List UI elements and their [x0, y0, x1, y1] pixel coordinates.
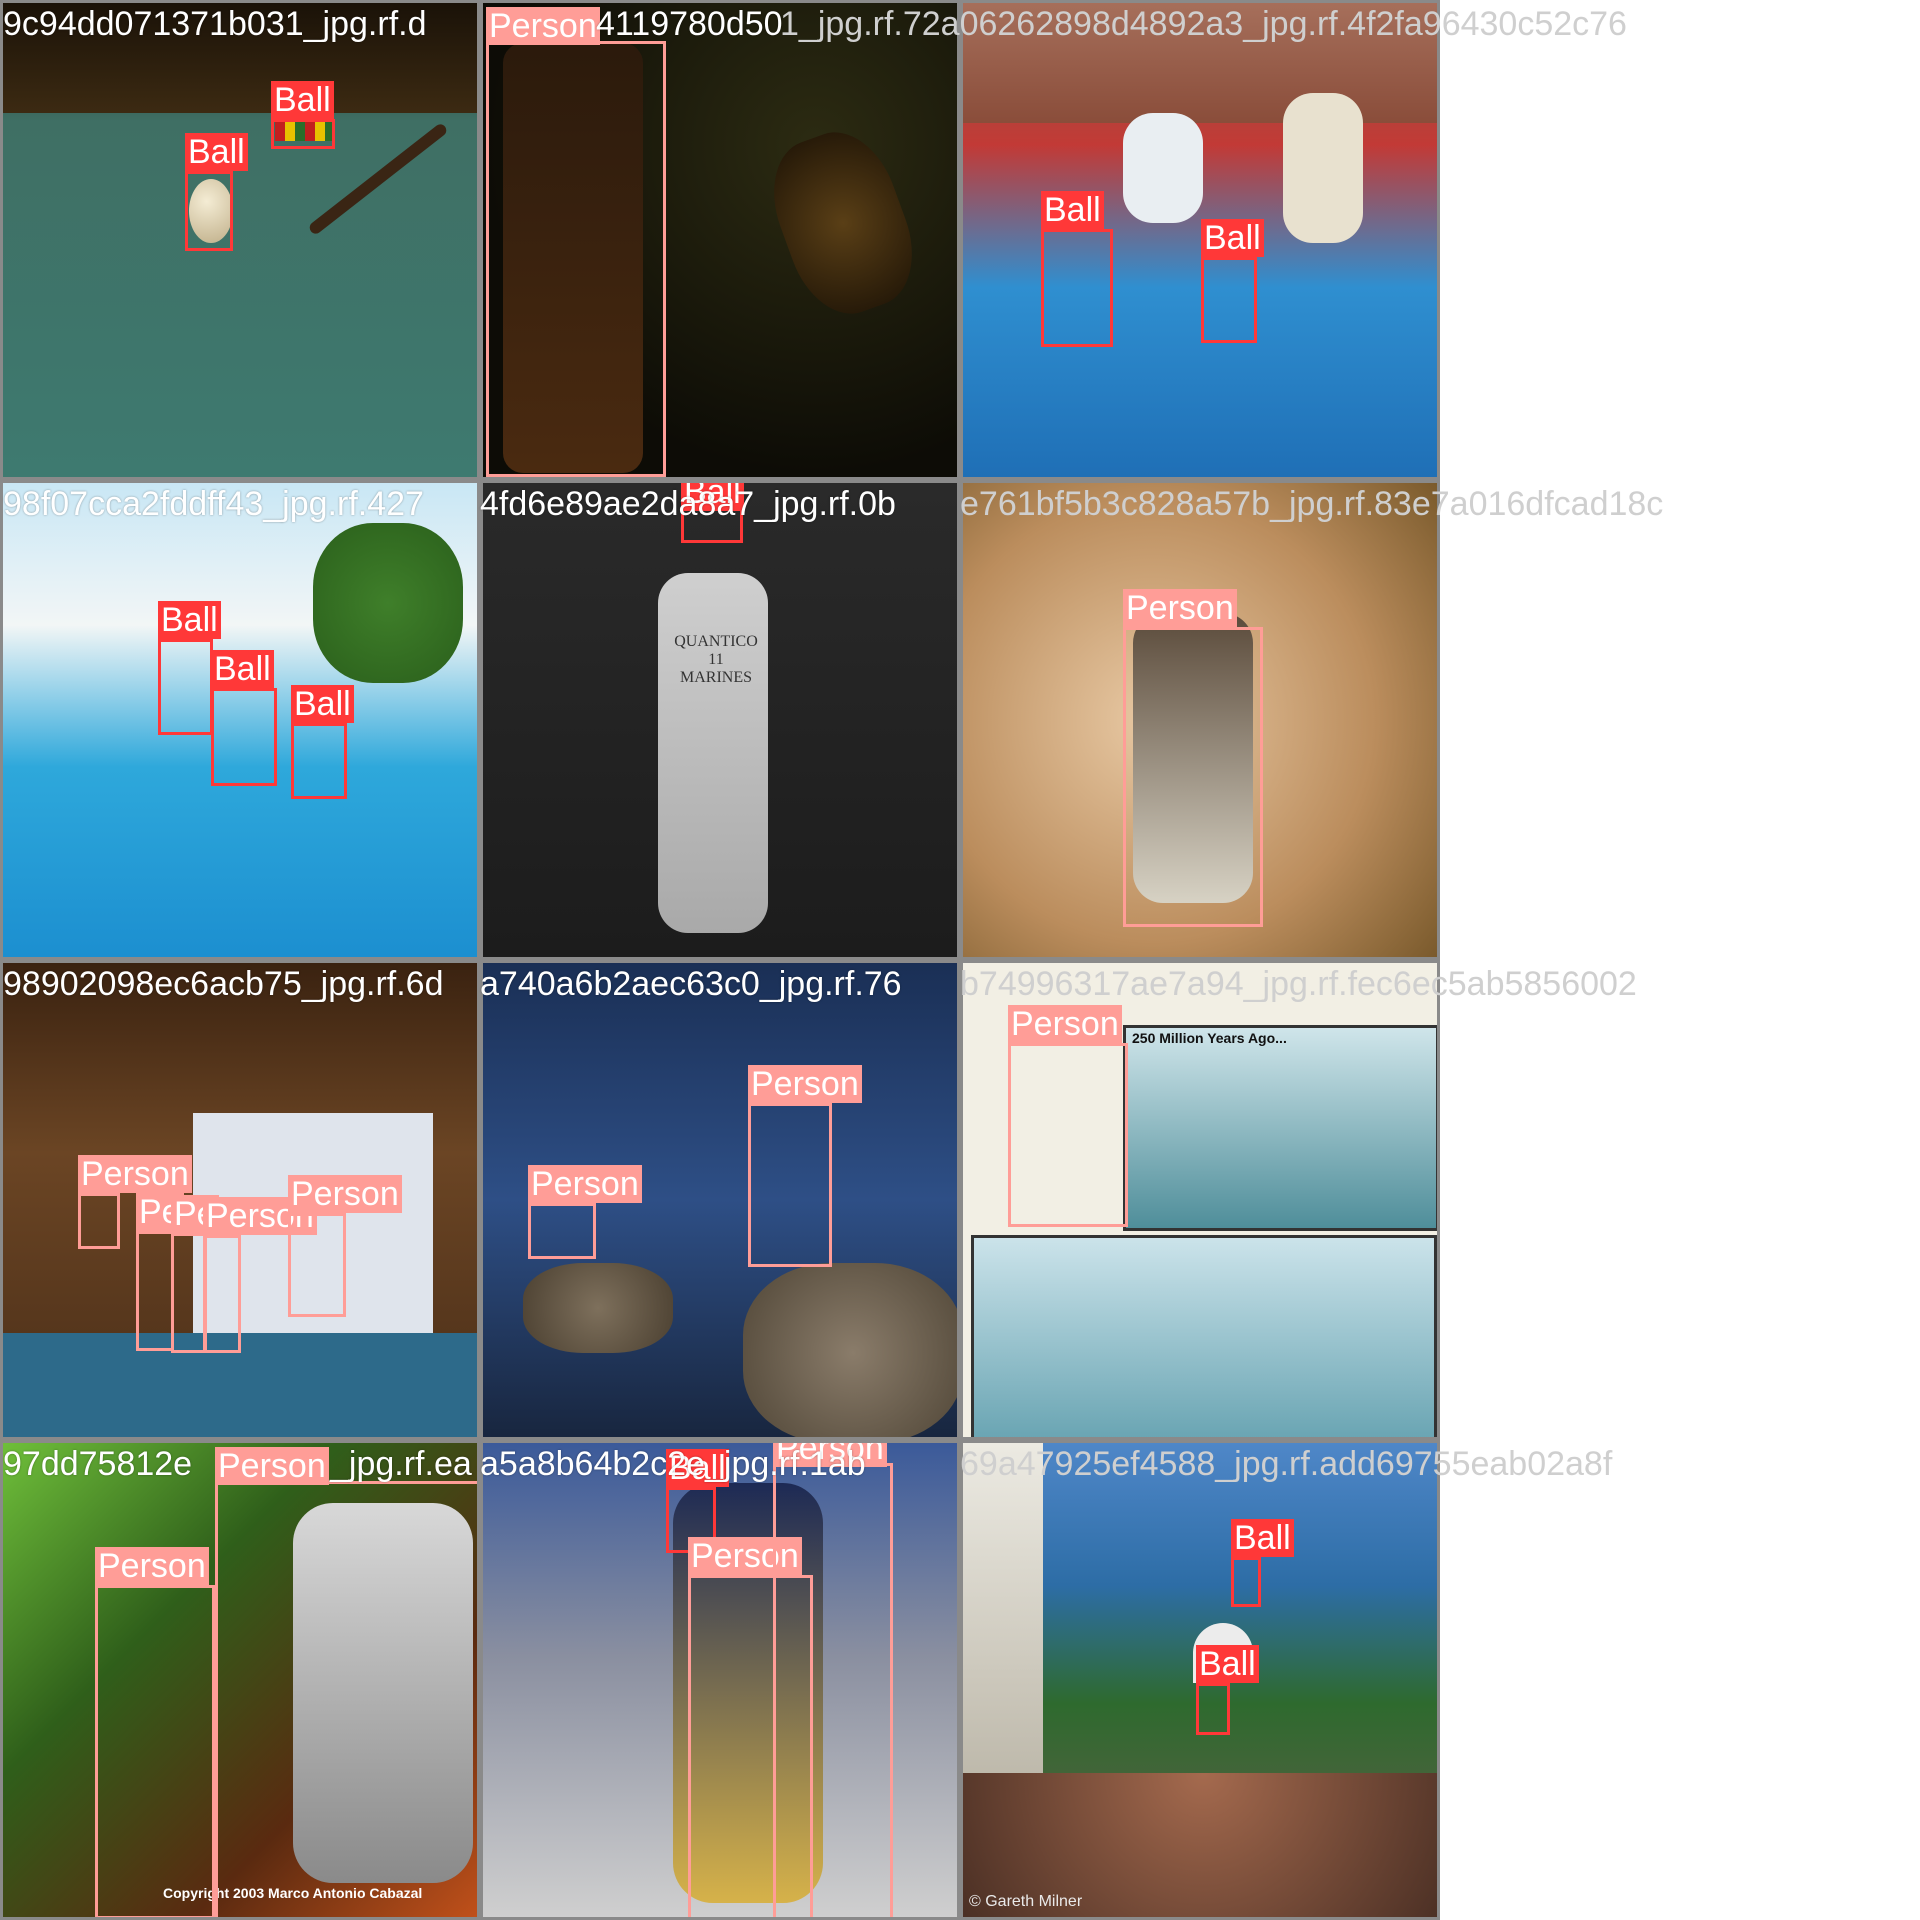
- bbox-label: Person: [288, 1175, 402, 1213]
- guitar-body: [755, 117, 931, 329]
- bbox-person: Person: [748, 1065, 862, 1267]
- tile-1: Person: [480, 0, 960, 480]
- bbox-label: Person: [486, 7, 600, 45]
- tile-6: Person Pe Pe Person Person: [0, 960, 480, 1440]
- tile-11: © Gareth Milner Ball Ball: [960, 1440, 1440, 1920]
- bbox-ball: Ball: [1231, 1519, 1294, 1607]
- child-2: [1283, 93, 1363, 243]
- mosaic-grid: Ball Ball Person Ball Ball Ball Ball Bal…: [0, 0, 1920, 1920]
- bbox-label: Ball: [291, 685, 354, 723]
- bbox-person: Person: [1123, 589, 1263, 927]
- bbox-label: Ball: [1041, 191, 1104, 229]
- comic-panel-bottom: [971, 1235, 1437, 1437]
- bbox-person: Person: [288, 1175, 402, 1317]
- bbox-person: Person: [215, 1447, 477, 1917]
- palm-plant: [313, 523, 463, 683]
- jersey-line-2: 11: [708, 651, 724, 668]
- bbox-label: Person: [748, 1065, 862, 1103]
- stage-floor: [3, 1333, 477, 1437]
- bbox-person: Person: [486, 7, 666, 477]
- bbox-label: Ball: [158, 601, 221, 639]
- bbox-person: Person: [95, 1547, 215, 1917]
- bbox-label: Ball: [211, 650, 274, 688]
- bbox-label: Person: [773, 1443, 887, 1467]
- bbox-label: Person: [78, 1155, 192, 1193]
- bbox-ball: Ball: [158, 601, 221, 735]
- bbox-person: Person: [203, 1197, 317, 1353]
- comic-panel-top: 250 Million Years Ago...: [1123, 1025, 1437, 1231]
- tile-2: Ball Ball: [960, 0, 1440, 480]
- bbox-ball: Ball: [211, 650, 277, 786]
- bbox-label: Person: [528, 1165, 642, 1203]
- bbox-person: Person: [78, 1155, 192, 1249]
- jersey-text: QUANTICO 11 MARINES: [671, 633, 761, 687]
- bbox-person: Pe: [136, 1193, 184, 1351]
- rocks: [743, 1263, 957, 1437]
- vintage-photo-scene: QUANTICO 11 MARINES: [483, 483, 957, 957]
- bbox-ball: Ball: [1201, 219, 1264, 343]
- bounce-house-scene: [963, 3, 1437, 477]
- tile-3: Ball Ball Ball: [0, 480, 480, 960]
- jersey-line-1: QUANTICO: [674, 633, 758, 650]
- tile-7: Person Person: [480, 960, 960, 1440]
- jersey-line-3: MARINES: [679, 669, 752, 686]
- bbox-label: Ball: [666, 1449, 729, 1487]
- rock-left: [523, 1263, 673, 1353]
- bbox-label: Ball: [1201, 219, 1264, 257]
- bbox-ball: Ball: [271, 81, 335, 149]
- tile-0: Ball Ball: [0, 0, 480, 480]
- bbox-ball: Ball: [1196, 1645, 1259, 1735]
- comic-caption: 250 Million Years Ago...: [1132, 1030, 1287, 1046]
- bbox-person: Person: [528, 1165, 642, 1259]
- bbox-label: Ball: [681, 483, 744, 511]
- building-left: [963, 1443, 1043, 1783]
- tile-10: Ball Person Person: [480, 1440, 960, 1920]
- photo-watermark: © Gareth Milner: [969, 1893, 1083, 1910]
- bbox-label: Ball: [1231, 1519, 1294, 1557]
- brick-wall: [963, 3, 1437, 123]
- bbox-ball: Ball: [681, 483, 744, 543]
- bbox-ball: Ball: [185, 133, 248, 251]
- bbox-label: Person: [95, 1547, 209, 1585]
- child-1: [1123, 113, 1203, 223]
- bbox-ball: Ball: [291, 685, 354, 799]
- bbox-ball: Ball: [1041, 191, 1113, 347]
- tile-4: QUANTICO 11 MARINES Ball: [480, 480, 960, 960]
- bbox-person: Person: [1008, 1005, 1128, 1227]
- bbox-label: Person: [1008, 1005, 1122, 1043]
- billiard-table-scene: [3, 3, 477, 477]
- bbox-label: Ball: [271, 81, 334, 119]
- basketball-player: [658, 573, 768, 933]
- tile-8: 250 Million Years Ago... Person: [960, 960, 1440, 1440]
- bbox-label: Ball: [185, 133, 248, 171]
- bbox-person: Pe: [171, 1195, 219, 1353]
- bbox-label: Person: [1123, 589, 1237, 627]
- bbox-label: Person: [215, 1447, 329, 1485]
- tile-9: Copyright 2003 Marco Antonio Cabazal Per…: [0, 1440, 480, 1920]
- tile-5: Person: [960, 480, 1440, 960]
- bbox-person: Person: [773, 1443, 893, 1917]
- bar-background: [3, 3, 477, 113]
- bbox-label: Ball: [1196, 1645, 1259, 1683]
